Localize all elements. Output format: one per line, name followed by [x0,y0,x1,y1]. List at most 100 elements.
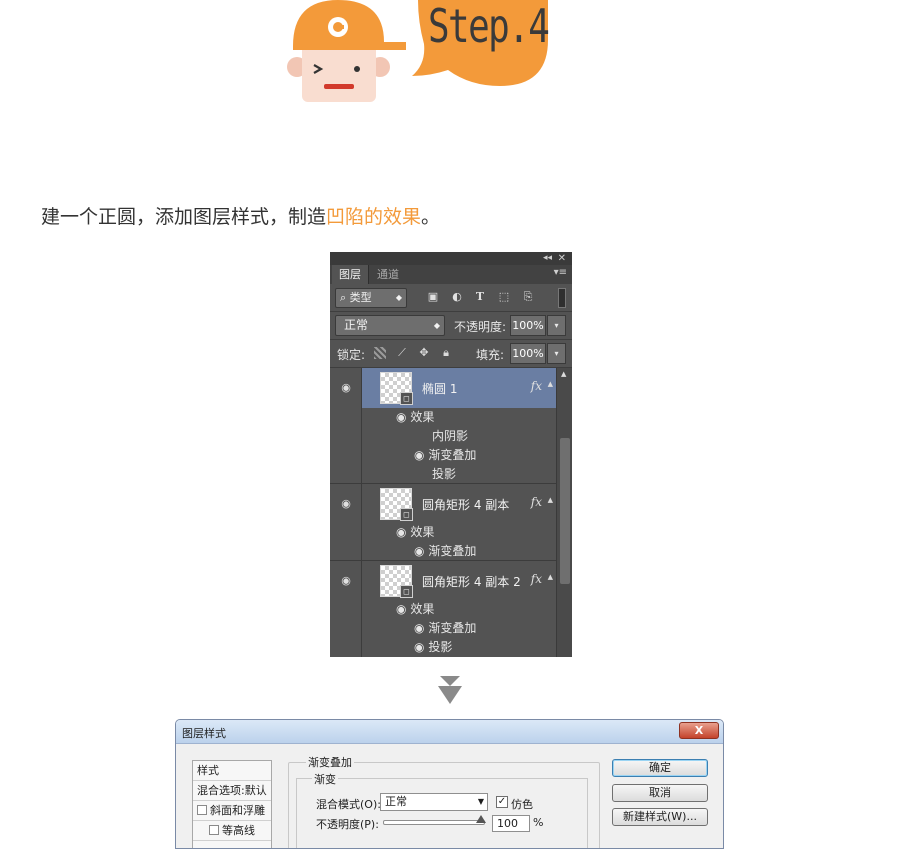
panel-titlebar: ◂◂ ✕ [330,252,572,265]
fx-icon[interactable]: fx [531,572,542,586]
down-arrow-icon [438,676,462,704]
collapse-effects-icon[interactable]: ▲ [548,380,553,388]
lock-transparent-pixels-icon[interactable] [374,347,386,359]
filter-toggle-switch[interactable] [558,288,566,308]
lock-row: 锁定: ⟋ ✥ 🔒︎ 填充: 100% ▾ [330,340,572,368]
style-item-styles[interactable]: 样式 [193,761,271,781]
eye-icon[interactable]: ◉ [414,448,424,462]
eye-icon[interactable]: ◉ [414,640,424,654]
style-list: 样式 混合选项:默认 斜面和浮雕 等高线 [192,760,272,848]
style-item-bevel-emboss[interactable]: 斜面和浮雕 [193,801,271,821]
chevron-updown-icon: ◆ [395,293,402,302]
adjustment-filter-icon[interactable]: ◐ [450,290,464,304]
eye-icon[interactable]: ◉ [396,410,406,424]
collapse-effects-icon[interactable]: ▲ [548,573,553,581]
layer-item-rounded-rect-4-copy-2[interactable]: ◉ ◻ 圆角矩形 4 副本 2 fx ▲ ◉ 效果 ◉ 渐变叠加 ◉ 投影 [330,561,556,657]
instruction-suffix: 。 [421,206,441,228]
effect-item-gradient-overlay[interactable]: ◉ 渐变叠加 [414,619,476,638]
opacity-unit: % [533,816,544,829]
layer-row[interactable]: ◻ 椭圆 1 fx ▲ [330,368,556,408]
ok-button[interactable]: 确定 [612,759,708,777]
instruction-prefix: 建一个正圆，添加图层样式，制造 [41,206,327,228]
lock-image-pixels-icon[interactable]: ⟋ [396,347,408,359]
fill-label: 填充: [476,348,505,362]
eye-icon[interactable]: ◉ [414,544,424,558]
effect-label: 投影 [432,467,457,481]
smart-object-filter-icon[interactable]: ⎘ [521,290,535,304]
collapse-panel-icon[interactable]: ◂◂ [543,252,552,265]
opacity-slider-thumb[interactable] [476,815,486,823]
instruction-highlight: 凹陷的效果 [326,206,422,228]
effect-item-gradient-overlay[interactable]: ◉ 渐变叠加 [414,542,476,561]
effects-label: 效果 [410,525,435,539]
subgroup-title: 渐变 [312,771,338,787]
close-icon[interactable]: ✕ [558,252,566,265]
blend-mode-row: 正常 ◆ 不透明度: 100% ▾ [330,312,572,340]
panel-menu-icon[interactable]: ▾≡ [554,267,567,278]
collapse-effects-icon[interactable]: ▲ [548,496,553,504]
layer-row[interactable]: ◻ 圆角矩形 4 副本 2 fx ▲ [330,561,556,601]
chevron-updown-icon: ◆ [433,321,440,330]
image-filter-icon[interactable]: ▣ [426,290,440,304]
scrollbar-thumb[interactable] [560,438,570,584]
effect-item-inner-shadow[interactable]: 内阴影 [432,427,468,446]
type-filter-icon[interactable]: T [473,290,487,304]
lock-position-icon[interactable]: ✥ [418,347,430,359]
mouth [324,84,354,89]
eye-icon[interactable]: ◉ [396,602,406,616]
layer-row-body[interactable]: ◻ 椭圆 1 fx ▲ [362,368,556,408]
effects-group-row[interactable]: ◉ 效果 [396,600,434,619]
layer-row[interactable]: ◻ 圆角矩形 4 副本 fx ▲ [330,484,556,524]
layer-name: 圆角矩形 4 副本 2 [422,575,521,589]
layer-list-scrollbar[interactable]: ▲ [556,368,572,657]
layer-style-dialog: 图层样式 X 样式 混合选项:默认 斜面和浮雕 等高线 渐变叠加 渐变 混合模式… [175,719,724,849]
shape-layer-icon: ◻ [400,585,413,598]
close-button[interactable]: X [679,722,719,739]
opacity-slider[interactable] [383,820,485,825]
blend-mode-label: 混合模式(O): [316,798,381,811]
fx-icon[interactable]: fx [531,495,542,509]
opacity-input[interactable]: 100 [492,815,530,832]
fill-input[interactable]: 100% [510,343,546,364]
effect-label: 渐变叠加 [428,448,477,462]
effect-label: 内阴影 [432,429,469,443]
style-item-label: 等高线 [222,824,255,837]
tab-channels[interactable]: 通道 [370,265,406,284]
layer-item-ellipse-1[interactable]: ◉ ◻ 椭圆 1 fx ▲ ◉ 效果 内阴影 ◉ 渐变叠加 投影 [330,368,556,484]
opacity-input[interactable]: 100% [510,315,546,336]
style-item-label: 斜面和浮雕 [210,804,265,817]
layer-item-rounded-rect-4-copy[interactable]: ◉ ◻ 圆角矩形 4 副本 fx ▲ ◉ 效果 ◉ 渐变叠加 [330,484,556,561]
scroll-up-icon[interactable]: ▲ [561,370,566,378]
tab-layers[interactable]: 图层 [332,265,369,284]
layer-row-body[interactable]: ◻ 圆角矩形 4 副本 fx ▲ [362,484,556,524]
dither-label: 仿色 [511,798,533,811]
lock-all-icon[interactable]: 🔒︎ [440,347,452,359]
filter-kind-select[interactable]: ⌕ 类型 ◆ [335,288,407,308]
style-item-blending-options[interactable]: 混合选项:默认 [193,781,271,801]
eye-icon[interactable]: ◉ [414,621,424,635]
eye-icon[interactable]: ◉ [396,525,406,539]
fill-dropdown-button[interactable]: ▾ [547,343,566,364]
layer-row-body[interactable]: ◻ 圆角矩形 4 副本 2 fx ▲ [362,561,556,601]
effect-item-drop-shadow[interactable]: ◉ 投影 [414,638,452,657]
cancel-button[interactable]: 取消 [612,784,708,802]
new-style-button[interactable]: 新建样式(W)... [612,808,708,826]
effects-group-row[interactable]: ◉ 效果 [396,523,434,542]
effects-group-row[interactable]: ◉ 效果 [396,408,434,427]
opacity-dropdown-button[interactable]: ▾ [547,315,566,336]
effect-item-gradient-overlay[interactable]: ◉ 渐变叠加 [414,446,476,465]
blend-mode-value: 正常 [344,318,369,332]
shape-filter-icon[interactable]: ⬚ [497,290,511,304]
style-item-contour[interactable]: 等高线 [193,821,271,841]
effect-item-drop-shadow[interactable]: 投影 [432,465,456,484]
checkbox[interactable] [197,805,207,815]
shape-layer-icon: ◻ [400,508,413,521]
layer-list: ◉ ◻ 椭圆 1 fx ▲ ◉ 效果 内阴影 ◉ 渐变叠加 投影 ◉ ◻ 圆角矩… [330,368,556,657]
blend-mode-dropdown[interactable]: 正常 ▼ [380,793,488,811]
effect-label: 投影 [428,640,453,654]
blend-mode-value: 正常 [385,795,407,808]
fx-icon[interactable]: fx [531,379,542,393]
dither-checkbox[interactable]: ✓ [496,796,508,808]
gradient-subgroup [296,778,588,848]
blend-mode-select[interactable]: 正常 ◆ [335,315,445,336]
